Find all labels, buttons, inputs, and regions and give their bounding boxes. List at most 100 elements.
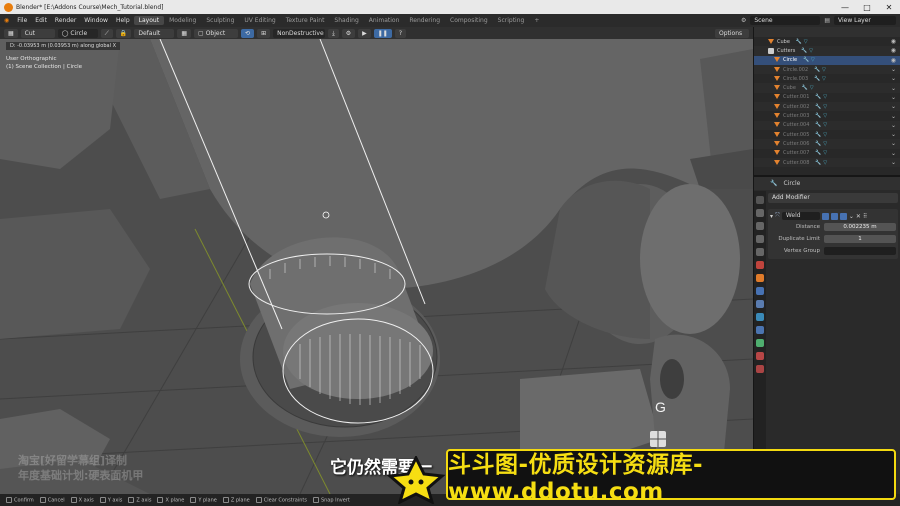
hidden-eye-icon[interactable]: ⌄ bbox=[891, 150, 896, 157]
modifier-name-field[interactable]: Weld bbox=[781, 212, 820, 220]
apply-icon[interactable]: ⤓ bbox=[328, 28, 339, 38]
hidden-eye-icon[interactable]: ⌄ bbox=[891, 131, 896, 138]
minimize-button[interactable]: — bbox=[834, 3, 856, 12]
delete-modifier-icon[interactable]: ✕ bbox=[856, 213, 861, 220]
workspace-tab-animation[interactable]: Animation bbox=[364, 16, 405, 25]
snap-toggle-icon[interactable]: ⟲ bbox=[241, 28, 255, 38]
outliner-item[interactable]: Cube 🔧 ▽ ◉ bbox=[754, 37, 900, 46]
collapse-chevron-icon[interactable]: ▾ bbox=[770, 213, 773, 220]
constraints-tab-icon[interactable] bbox=[756, 326, 764, 334]
outliner-item[interactable]: Cutter.002 🔧 ▽ ⌄ bbox=[754, 102, 900, 112]
world-tab-icon[interactable] bbox=[756, 261, 764, 269]
view-layer-tab-icon[interactable] bbox=[756, 235, 764, 243]
menu-help[interactable]: Help bbox=[112, 17, 134, 24]
target-dropdown[interactable]: ▢ Object bbox=[194, 28, 239, 38]
boolean-mode-dropdown[interactable]: Cut bbox=[20, 28, 55, 38]
vertex-group-field[interactable] bbox=[824, 247, 896, 255]
workspace-tab-texture-paint[interactable]: Texture Paint bbox=[281, 16, 330, 25]
scene-selector[interactable]: Scene bbox=[750, 16, 821, 25]
hidden-eye-icon[interactable]: ⌄ bbox=[891, 94, 896, 101]
render-toggle-icon[interactable] bbox=[839, 212, 847, 220]
object-name-field[interactable]: Circle bbox=[783, 180, 800, 187]
outliner-item[interactable]: Cutter.008 🔧 ▽ ⌄ bbox=[754, 157, 900, 168]
object-tab-icon[interactable] bbox=[756, 274, 764, 282]
lock-icon[interactable]: 🔒 bbox=[115, 28, 132, 38]
help-icon[interactable]: ? bbox=[394, 28, 407, 38]
modifier-indicator-icon[interactable]: 🔧 ▽ bbox=[814, 67, 826, 73]
visibility-eye-icon[interactable]: ◉ bbox=[891, 38, 896, 45]
hidden-eye-icon[interactable]: ⌄ bbox=[891, 85, 896, 92]
hidden-eye-icon[interactable]: ⌄ bbox=[891, 159, 896, 166]
modifier-indicator-icon[interactable]: 🔧 ▽ bbox=[815, 113, 827, 119]
material-tab-icon[interactable] bbox=[756, 352, 764, 360]
modifier-indicator-icon[interactable]: 🔧 ▽ bbox=[815, 150, 827, 156]
modifier-indicator-icon[interactable]: 🔧 ▽ bbox=[802, 85, 814, 91]
duplicate-limit-field[interactable]: 1 bbox=[824, 235, 896, 243]
workspace-tab-layout[interactable]: Layout bbox=[133, 16, 165, 25]
hidden-eye-icon[interactable]: ⌄ bbox=[891, 113, 896, 120]
menu-window[interactable]: Window bbox=[80, 17, 112, 24]
workspace-tab-modeling[interactable]: Modeling bbox=[164, 16, 201, 25]
workspace-tab-scripting[interactable]: Scripting bbox=[493, 16, 530, 25]
modifier-indicator-icon[interactable]: 🔧 ▽ bbox=[815, 132, 827, 138]
menu-file[interactable]: File bbox=[13, 17, 31, 24]
modifier-indicator-icon[interactable]: 🔧 ▽ bbox=[814, 76, 826, 82]
modifier-indicator-icon[interactable]: 🔧 ▽ bbox=[796, 39, 808, 45]
close-button[interactable]: ✕ bbox=[878, 3, 900, 12]
menu-render[interactable]: Render bbox=[51, 17, 80, 24]
hidden-eye-icon[interactable]: ⌄ bbox=[891, 66, 896, 73]
edit-mode-toggle-icon[interactable] bbox=[821, 212, 829, 220]
modifier-indicator-icon[interactable]: 🔧 ▽ bbox=[815, 160, 827, 166]
outliner-item[interactable]: Cutter.007 🔧 ▽ ⌄ bbox=[754, 149, 900, 158]
modifier-indicator-icon[interactable]: 🔧 ▽ bbox=[803, 57, 815, 63]
distance-field[interactable]: 0.002235 m bbox=[824, 223, 896, 231]
outliner-item[interactable]: Cutter.003 🔧 ▽ ⌄ bbox=[754, 111, 900, 120]
blender-menu-icon[interactable]: ◉ bbox=[0, 17, 13, 24]
modifier-indicator-icon[interactable]: 🔧 ▽ bbox=[815, 141, 827, 147]
modifier-indicator-icon[interactable]: 🔧 ▽ bbox=[815, 122, 827, 128]
drag-handle-icon[interactable]: ⠿ bbox=[863, 213, 867, 220]
modifier-indicator-icon[interactable]: 🔧 ▽ bbox=[801, 48, 813, 54]
data-tab-icon[interactable] bbox=[756, 339, 764, 347]
modifier-indicator-icon[interactable]: 🔧 ▽ bbox=[815, 94, 827, 100]
output-tab-icon[interactable] bbox=[756, 222, 764, 230]
play-icon[interactable]: ▶ bbox=[358, 28, 371, 38]
view-layer-selector[interactable]: View Layer bbox=[834, 16, 896, 25]
outliner-item[interactable]: Circle 🔧 ▽ ◉ bbox=[754, 55, 900, 65]
outliner-item[interactable]: Cutter.005 🔧 ▽ ⌄ bbox=[754, 130, 900, 139]
physics-tab-icon[interactable] bbox=[756, 313, 764, 321]
options-dropdown[interactable]: Options bbox=[715, 28, 749, 38]
tool-tab-icon[interactable] bbox=[756, 196, 764, 204]
outliner-item[interactable]: Cube 🔧 ▽ ⌄ bbox=[754, 83, 900, 93]
solidify-icon[interactable]: ⟋ bbox=[100, 28, 113, 38]
hidden-eye-icon[interactable]: ⌄ bbox=[891, 140, 896, 147]
particles-tab-icon[interactable] bbox=[756, 300, 764, 308]
transform-dropdown[interactable]: Default bbox=[134, 28, 175, 38]
maximize-button[interactable]: □ bbox=[856, 3, 878, 12]
workspace-tab-compositing[interactable]: Compositing bbox=[445, 16, 493, 25]
workspace-tab-shading[interactable]: Shading bbox=[329, 16, 363, 25]
align-icon[interactable]: ⊞ bbox=[257, 28, 271, 38]
outliner-item[interactable]: Cutter.001 🔧 ▽ ⌄ bbox=[754, 93, 900, 102]
viewport-scene[interactable] bbox=[0, 39, 753, 494]
grid-icon[interactable]: ▦ bbox=[177, 28, 192, 38]
modifier-tab-icon[interactable] bbox=[756, 287, 764, 295]
outliner-item[interactable]: Cutter.004 🔧 ▽ ⌄ bbox=[754, 120, 900, 130]
outliner-item[interactable]: Cutters 🔧 ▽ ◉ bbox=[754, 46, 900, 56]
tool-icon[interactable]: ▦ bbox=[4, 28, 18, 38]
visibility-eye-icon[interactable]: ◉ bbox=[891, 47, 896, 54]
scene-tab-icon[interactable] bbox=[756, 248, 764, 256]
shape-dropdown[interactable]: ◯ Circle bbox=[57, 28, 98, 38]
pause-icon[interactable]: ❚❚ bbox=[373, 28, 392, 38]
outliner-item[interactable]: Circle.002 🔧 ▽ ⌄ bbox=[754, 64, 900, 75]
add-modifier-button[interactable]: Add Modifier bbox=[768, 193, 898, 203]
outliner-item[interactable]: Cutter.006 🔧 ▽ ⌄ bbox=[754, 139, 900, 149]
workspace-tab-uv-editing[interactable]: UV Editing bbox=[239, 16, 280, 25]
add-workspace-button[interactable]: + bbox=[529, 16, 544, 25]
workspace-tab-rendering[interactable]: Rendering bbox=[404, 16, 445, 25]
render-tab-icon[interactable] bbox=[756, 209, 764, 217]
hidden-eye-icon[interactable]: ⌄ bbox=[891, 122, 896, 129]
texture-tab-icon[interactable] bbox=[756, 365, 764, 373]
workspace-tab-sculpting[interactable]: Sculpting bbox=[201, 16, 239, 25]
hidden-eye-icon[interactable]: ⌄ bbox=[891, 75, 896, 82]
